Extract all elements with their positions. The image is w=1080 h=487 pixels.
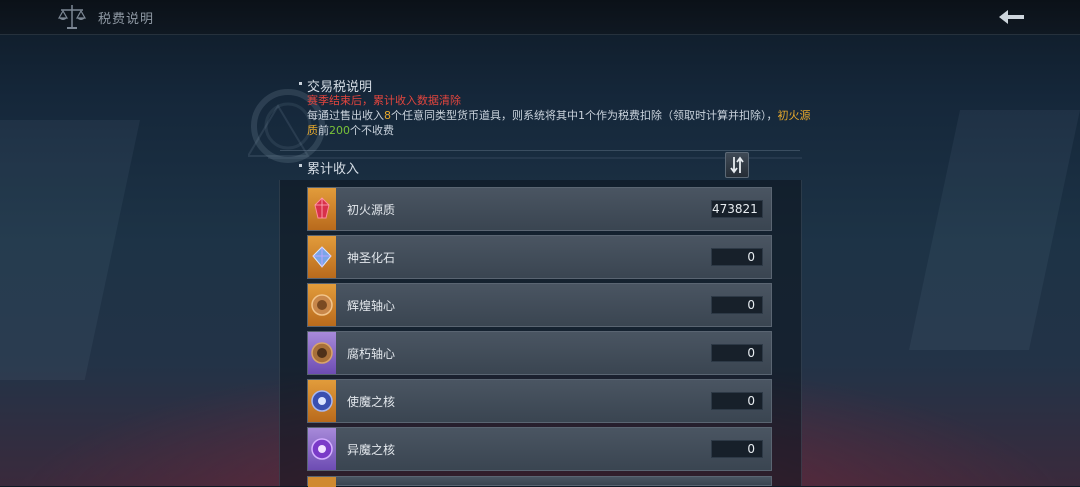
desc-text: 个任意同类型货币道具，则系统将其中1个作为税费扣除（领取时计算并扣除）， [391, 109, 778, 122]
back-button[interactable] [996, 6, 1028, 28]
item-name: 初火源质 [347, 203, 396, 217]
item-value: 473821 [711, 200, 763, 218]
item-name: 使魔之核 [347, 395, 396, 409]
item-name: 神圣化石 [347, 251, 396, 265]
sort-toggle-icon [730, 156, 744, 174]
list-item[interactable]: 辉煌轴心 0 [307, 283, 772, 327]
item-frame [308, 284, 336, 326]
item-value: 0 [711, 392, 763, 410]
item-name: 腐朽轴心 [347, 347, 396, 361]
item-name: 异魔之核 [347, 443, 396, 457]
background-streak [0, 120, 141, 380]
bullet-icon [299, 82, 302, 85]
item-value: 0 [711, 440, 763, 458]
income-section-title: 累计收入 [307, 162, 360, 177]
scales-icon [56, 2, 88, 32]
item-frame [308, 428, 336, 470]
item-frame [308, 236, 336, 278]
page-title: 税费说明 [98, 12, 155, 27]
item-name: 辉煌轴心 [347, 299, 396, 313]
season-reset-warning: 赛季结束后，累计收入数据清除 [307, 94, 461, 107]
list-item[interactable]: 腐朽轴心 0 [307, 331, 772, 375]
desc-text: 前 [318, 124, 329, 137]
desc-count: 8 [384, 109, 391, 122]
bullet-icon [299, 164, 302, 167]
item-frame [308, 380, 336, 422]
blue-crystal-icon [312, 246, 332, 268]
item-frame [308, 332, 336, 374]
item-frame [308, 188, 336, 230]
background-streak [908, 110, 1080, 350]
list-item[interactable]: 使魔之核 0 [307, 379, 772, 423]
desc-free-count: 200 [329, 124, 350, 137]
list-item-partial[interactable] [307, 476, 772, 487]
section-divider [280, 150, 800, 151]
tax-description: 每通过售出收入8个任意同类型货币道具，则系统将其中1个作为税费扣除（领取时计算并… [307, 108, 817, 138]
item-value: 0 [711, 344, 763, 362]
list-item[interactable]: 异魔之核 0 [307, 427, 772, 471]
item-value: 0 [711, 296, 763, 314]
red-crystal-icon [314, 197, 330, 219]
desc-text: 个不收费 [350, 124, 394, 137]
desc-text: 每通过售出收入 [307, 109, 384, 122]
item-value: 0 [711, 248, 763, 266]
rusted-medallion-icon [311, 342, 333, 364]
sort-button[interactable] [725, 152, 749, 178]
purple-orb-icon [311, 438, 333, 460]
top-bar: 税费说明 [0, 0, 1080, 35]
list-item[interactable]: 神圣化石 0 [307, 235, 772, 279]
back-arrow-icon [999, 10, 1024, 24]
blue-orb-icon [311, 390, 333, 412]
bronze-medallion-icon [311, 294, 333, 316]
list-item[interactable]: 初火源质 473821 [307, 187, 772, 231]
